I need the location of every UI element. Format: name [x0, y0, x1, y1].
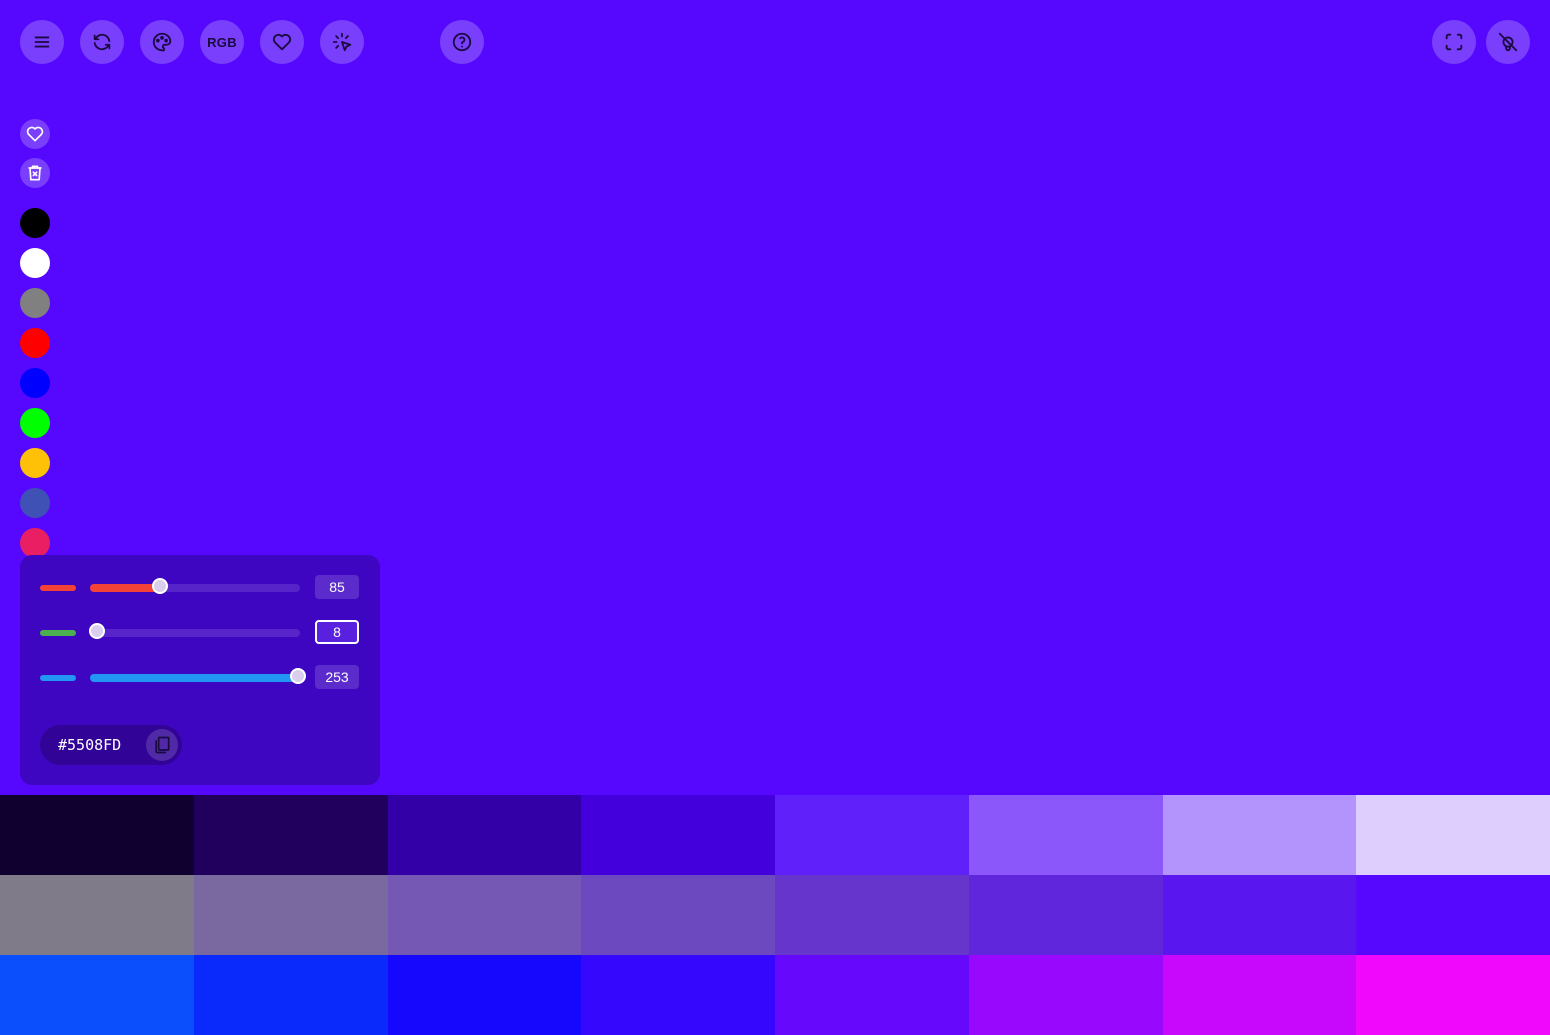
red-channel-indicator	[40, 585, 76, 591]
shade-row	[0, 875, 1550, 955]
shade-cell[interactable]	[581, 955, 775, 1035]
shade-cell[interactable]	[968, 955, 1163, 1035]
red-value-input[interactable]: 85	[315, 575, 359, 599]
pick-color-button[interactable]	[320, 20, 364, 64]
delete-favorites-button[interactable]	[20, 158, 50, 188]
shade-cell[interactable]	[968, 875, 1163, 955]
help-button[interactable]	[440, 20, 484, 64]
shade-cell[interactable]	[387, 875, 582, 955]
shade-cell[interactable]	[0, 955, 194, 1035]
blue-value-input[interactable]: 253	[315, 665, 359, 689]
shade-cell[interactable]	[193, 875, 388, 955]
fullscreen-button[interactable]	[1432, 20, 1476, 64]
color-swatch[interactable]	[20, 208, 50, 238]
shade-row	[0, 955, 1550, 1035]
blue-slider-fill	[90, 674, 299, 682]
refresh-button[interactable]	[80, 20, 124, 64]
shade-row	[0, 795, 1550, 875]
red-slider[interactable]	[90, 578, 300, 594]
menu-button[interactable]	[20, 20, 64, 64]
green-channel-indicator	[40, 630, 76, 636]
help-icon	[452, 32, 472, 52]
shade-cell[interactable]	[387, 795, 582, 875]
color-swatch[interactable]	[20, 488, 50, 518]
copy-icon	[155, 736, 170, 754]
bulb-off-icon	[1498, 32, 1518, 52]
shade-cell[interactable]	[193, 955, 388, 1035]
favorites-button[interactable]	[260, 20, 304, 64]
refresh-icon	[93, 33, 111, 51]
color-swatch[interactable]	[20, 528, 50, 558]
shade-cell[interactable]	[0, 795, 194, 875]
shade-cell[interactable]	[1162, 875, 1357, 955]
shade-cell[interactable]	[1162, 795, 1357, 875]
shade-cell[interactable]	[1162, 955, 1357, 1035]
shade-cell[interactable]	[968, 795, 1163, 875]
shade-cell[interactable]	[1356, 795, 1550, 875]
palette-icon	[152, 32, 172, 52]
green-slider[interactable]	[89, 623, 300, 639]
shade-cell[interactable]	[1356, 875, 1550, 955]
shade-cell[interactable]	[581, 875, 775, 955]
shade-cell[interactable]	[1356, 955, 1550, 1035]
blue-slider-thumb[interactable]	[290, 668, 307, 684]
color-swatch[interactable]	[20, 368, 50, 398]
hex-value: #5508FD	[58, 736, 122, 754]
shade-cell[interactable]	[775, 875, 969, 955]
shade-cell[interactable]	[0, 875, 194, 955]
fullscreen-icon	[1445, 33, 1463, 51]
blue-channel-indicator	[40, 675, 76, 681]
color-swatch[interactable]	[20, 328, 50, 358]
pointer-click-icon	[332, 32, 352, 52]
green-value-input[interactable]: 8	[315, 620, 359, 644]
heart-plus-icon	[26, 126, 44, 142]
palette-button[interactable]	[140, 20, 184, 64]
shade-cell[interactable]	[775, 955, 969, 1035]
shade-grid	[0, 795, 1550, 1035]
blue-slider[interactable]	[90, 668, 307, 684]
rgb-mode-label: RGB	[207, 34, 237, 50]
trash-x-icon	[28, 165, 42, 181]
shade-cell[interactable]	[193, 795, 388, 875]
lights-off-button[interactable]	[1486, 20, 1530, 64]
heart-icon	[272, 33, 292, 51]
shade-cell[interactable]	[581, 795, 775, 875]
menu-icon	[34, 36, 50, 48]
hex-display: #5508FD	[40, 725, 182, 765]
green-slider-thumb[interactable]	[89, 623, 105, 639]
add-favorite-button[interactable]	[20, 119, 50, 149]
color-swatch[interactable]	[20, 408, 50, 438]
rgb-picker-panel: 85 8 253 #5508FD	[20, 555, 380, 785]
color-swatch[interactable]	[20, 448, 50, 478]
copy-hex-button[interactable]	[146, 729, 178, 761]
shade-cell[interactable]	[387, 955, 582, 1035]
red-slider-thumb[interactable]	[151, 578, 168, 594]
shade-cell[interactable]	[775, 795, 969, 875]
color-swatch[interactable]	[20, 248, 50, 278]
red-slider-fill	[90, 584, 160, 592]
color-swatch[interactable]	[20, 288, 50, 318]
rgb-mode-button[interactable]: RGB	[200, 20, 244, 64]
